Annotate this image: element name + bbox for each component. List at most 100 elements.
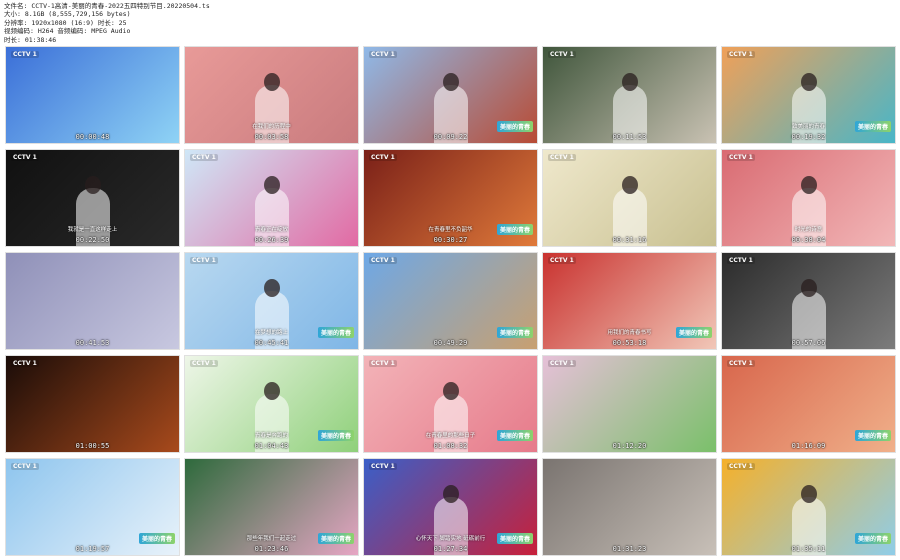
timestamp: 01:08:32: [433, 442, 468, 450]
person-head: [84, 176, 101, 194]
video-thumbnail[interactable]: CCTV 1 致美丽的青春 美丽的青春 00:19:32: [721, 46, 896, 144]
timestamp: 01:12:20: [612, 442, 647, 450]
video-thumbnail[interactable]: CCTV 1 美丽的青春 01:16:09: [721, 355, 896, 453]
timestamp: 00:41:53: [75, 339, 110, 347]
timestamp: 00:38:04: [791, 236, 826, 244]
video-thumbnail[interactable]: CCTV 1 在青春里不负韶华 美丽的青春 00:30:27: [363, 149, 538, 247]
channel-logo: CCTV 1: [11, 154, 39, 161]
channel-logo: CCTV 1: [548, 51, 576, 58]
person-head: [800, 485, 817, 503]
channel-logo: CCTV 1: [369, 51, 397, 58]
video-thumbnail[interactable]: CCTV 1 美丽的青春 00:09:22: [363, 46, 538, 144]
channel-logo: CCTV 1: [190, 360, 218, 367]
timestamp: 00:09:22: [433, 133, 468, 141]
channel-logo: CCTV 1: [727, 154, 755, 161]
person-head: [263, 73, 280, 91]
timestamp: 00:57:06: [791, 339, 826, 347]
channel-logo: CCTV 1: [727, 51, 755, 58]
person-head: [621, 176, 638, 194]
person-head: [621, 73, 638, 91]
timestamp: 00:31:16: [612, 236, 647, 244]
person-head: [442, 382, 459, 400]
channel-logo: CCTV 1: [548, 257, 576, 264]
program-brand-badge: 美丽的青春: [496, 533, 533, 544]
video-thumbnail[interactable]: CCTV 1 美丽的青春 01:19:57: [5, 458, 180, 556]
video-thumbnail[interactable]: CCTV 1 用我们的青春书写 美丽的青春 00:53:18: [542, 252, 717, 350]
timestamp: 00:49:29: [433, 339, 468, 347]
program-brand-badge: 美丽的青春: [317, 430, 354, 441]
channel-logo: CCTV 1: [11, 463, 39, 470]
subtitle-caption: 青春正在绽放: [254, 227, 288, 233]
video-thumbnail[interactable]: CCTV 1 美丽的青春 00:49:29: [363, 252, 538, 350]
video-thumbnail[interactable]: 那些年我们一起走过 美丽的青春 01:23:46: [184, 458, 359, 556]
info-size: 大小: 8.1GB (8,555,729,156 bytes): [4, 10, 131, 19]
timestamp: 01:00:55: [75, 442, 110, 450]
info-resolution: 分辨率: 1920x1080 (16:9) 时长: 25: [4, 18, 127, 27]
info-duration: 时长: 01:38:46: [4, 35, 57, 44]
timestamp: 00:00:48: [75, 133, 110, 141]
person-head: [263, 176, 280, 194]
program-brand-badge: 美丽的青春: [496, 121, 533, 132]
timestamp: 00:30:27: [433, 236, 468, 244]
program-brand-badge: 美丽的青春: [675, 327, 712, 338]
person-head: [263, 279, 280, 297]
channel-logo: CCTV 1: [727, 463, 755, 470]
video-thumbnail[interactable]: CCTV 1 青春是奔跑的 美丽的青春 01:04:43: [184, 355, 359, 453]
channel-logo: CCTV 1: [369, 154, 397, 161]
timestamp: 01:16:09: [791, 442, 826, 450]
program-brand-badge: 美丽的青春: [854, 430, 891, 441]
timestamp: 01:23:46: [254, 545, 289, 553]
person-head: [800, 279, 817, 297]
channel-logo: CCTV 1: [369, 360, 397, 367]
person-head: [800, 176, 817, 194]
subtitle-caption: 在我们的历程中: [252, 124, 291, 130]
video-thumbnail[interactable]: 在我们的历程中 00:03:58: [184, 46, 359, 144]
video-thumbnail[interactable]: CCTV 1 00:57:06: [721, 252, 896, 350]
video-thumbnail[interactable]: CCTV 1 心怀天下 脚踏实地 砥砺前行 美丽的青春 01:27:34: [363, 458, 538, 556]
channel-logo: CCTV 1: [11, 51, 39, 58]
timestamp: 00:11:53: [612, 133, 647, 141]
channel-logo: CCTV 1: [190, 154, 218, 161]
channel-logo: CCTV 1: [727, 360, 755, 367]
video-thumbnail[interactable]: CCTV 1 00:11:53: [542, 46, 717, 144]
timestamp: 01:27:34: [433, 545, 468, 553]
channel-logo: CCTV 1: [548, 154, 576, 161]
timestamp: 00:26:39: [254, 236, 289, 244]
video-thumbnail[interactable]: CCTV 1 01:00:55: [5, 355, 180, 453]
program-brand-badge: 美丽的青春: [138, 533, 175, 544]
video-thumbnail[interactable]: CCTV 1 青春正在绽放 00:26:39: [184, 149, 359, 247]
program-brand-badge: 美丽的青春: [317, 327, 354, 338]
video-thumbnail[interactable]: CCTV 1 在青春里的那些日子 美丽的青春 01:08:32: [363, 355, 538, 453]
thumbnail-grid: CCTV 1 00:00:48 在我们的历程中 00:03:58 CCTV 1 美丽的青春…: [5, 46, 896, 556]
video-thumbnail[interactable]: CCTV 1 时光的诗意 00:38:04: [721, 149, 896, 247]
program-brand-badge: 美丽的青春: [317, 533, 354, 544]
video-thumbnail[interactable]: CCTV 1 美丽的青春 01:35:11: [721, 458, 896, 556]
subtitle-caption: 时光的诗意: [794, 227, 823, 233]
video-thumbnail[interactable]: 01:31:23: [542, 458, 717, 556]
video-thumbnail[interactable]: CCTV 1 01:12:20: [542, 355, 717, 453]
program-brand-badge: 美丽的青春: [854, 533, 891, 544]
program-brand-badge: 美丽的青春: [496, 224, 533, 235]
person-head: [263, 382, 280, 400]
info-codec: 视频编码: H264 音频编码: MPEG Audio: [4, 27, 131, 36]
timestamp: 00:45:41: [254, 339, 289, 347]
timestamp: 01:31:23: [612, 545, 647, 553]
person-head: [800, 73, 817, 91]
channel-logo: CCTV 1: [369, 257, 397, 264]
timestamp: 01:35:11: [791, 545, 826, 553]
video-thumbnail[interactable]: CCTV 1 00:00:48: [5, 46, 180, 144]
channel-logo: CCTV 1: [548, 360, 576, 367]
program-brand-badge: 美丽的青春: [496, 327, 533, 338]
channel-logo: CCTV 1: [11, 360, 39, 367]
subtitle-caption: 我就是一直这样走上: [67, 227, 118, 233]
video-thumbnail[interactable]: CCTV 1 我就是一直这样走上 00:22:50: [5, 149, 180, 247]
timestamp: 00:22:50: [75, 236, 110, 244]
timestamp: 00:03:58: [254, 133, 289, 141]
video-thumbnail[interactable]: CCTV 1 00:31:16: [542, 149, 717, 247]
program-brand-badge: 美丽的青春: [496, 430, 533, 441]
channel-logo: CCTV 1: [727, 257, 755, 264]
timestamp: 00:19:32: [791, 133, 826, 141]
video-thumbnail[interactable]: CCTV 1 在梦想的路上 美丽的青春 00:45:41: [184, 252, 359, 350]
timestamp: 00:53:18: [612, 339, 647, 347]
video-thumbnail[interactable]: 00:41:53: [5, 252, 180, 350]
